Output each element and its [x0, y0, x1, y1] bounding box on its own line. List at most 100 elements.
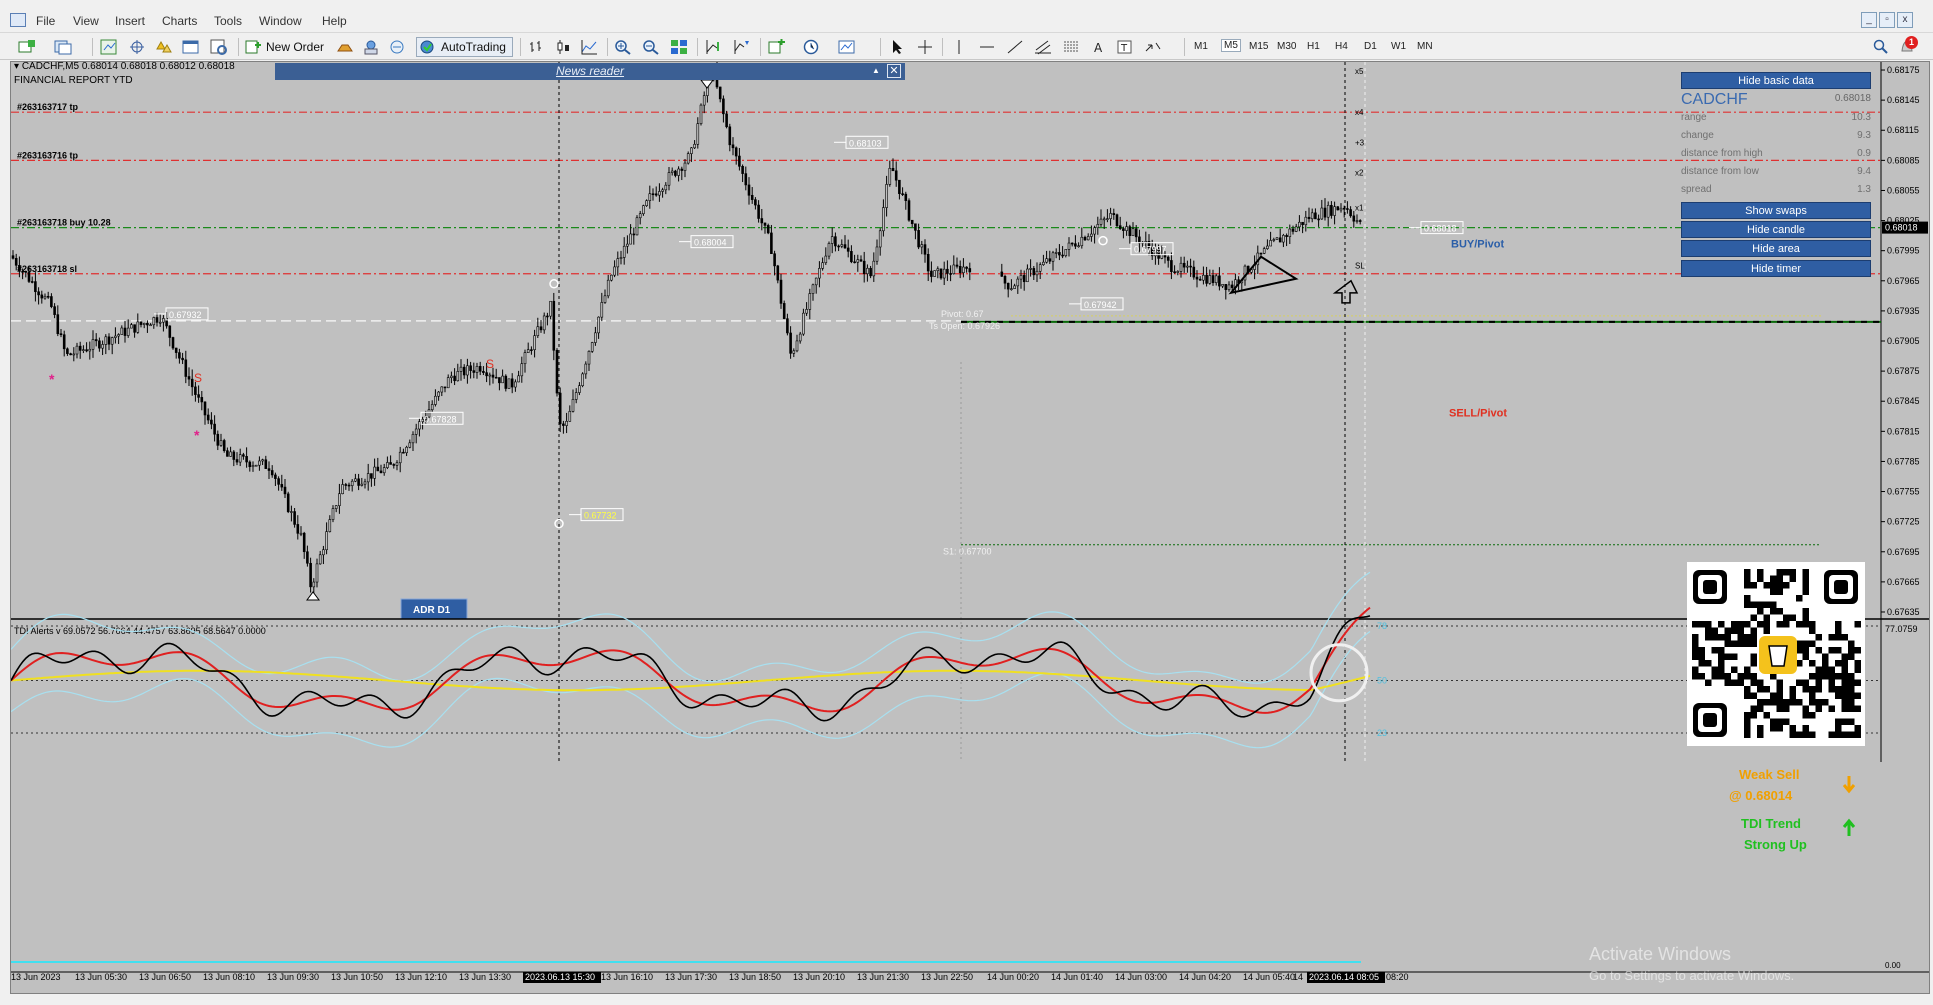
toolbar-separator — [238, 38, 239, 56]
candle-body — [66, 348, 69, 354]
price-chart[interactable]: 0.68175 0.68145 0.68115 0.68085 0.68055 0.680… — [11, 62, 1929, 762]
qr-module — [1802, 608, 1809, 615]
arrows-icon[interactable] — [1144, 39, 1162, 55]
candle-body — [418, 421, 421, 430]
market-watch-icon[interactable] — [100, 39, 118, 55]
qr-module — [1776, 705, 1783, 712]
candle-body — [674, 170, 677, 176]
candle-body — [98, 340, 101, 349]
low-marker — [306, 591, 320, 601]
qr-module — [1724, 653, 1731, 660]
profiles-icon[interactable] — [54, 39, 72, 55]
candle-body — [434, 395, 437, 405]
candle-body — [1358, 220, 1362, 222]
text-label-icon[interactable]: T — [1116, 39, 1134, 55]
timeframe-w1[interactable]: W1 — [1391, 41, 1406, 52]
timeframe-m30[interactable]: M30 — [1277, 41, 1296, 52]
hide-timer-button[interactable]: Hide timer — [1681, 260, 1871, 277]
candle-body — [1122, 228, 1125, 231]
bar-chart-icon[interactable] — [528, 39, 546, 55]
menu-view[interactable]: View — [73, 14, 99, 28]
news-collapse-button[interactable]: ▲ — [869, 64, 883, 78]
chart-shift-icon[interactable] — [704, 39, 722, 55]
navigator-icon[interactable] — [155, 39, 173, 55]
triangle-pattern — [1228, 255, 1299, 295]
menu-window[interactable]: Window — [259, 14, 302, 28]
candle-body — [514, 381, 517, 388]
menu-insert[interactable]: Insert — [115, 14, 145, 28]
close-button[interactable]: x — [1897, 12, 1913, 28]
qr-module — [1750, 627, 1757, 634]
candle-body — [235, 459, 239, 463]
autotrading-button[interactable]: AutoTrading — [416, 37, 513, 57]
candle-body — [46, 295, 50, 298]
crosshair-tool-icon[interactable] — [916, 39, 934, 55]
timeframe-h1[interactable]: H1 — [1307, 41, 1320, 52]
candle-body — [536, 326, 540, 336]
terminal-icon[interactable] — [182, 39, 200, 55]
qr-module — [1783, 699, 1790, 706]
search-icon[interactable] — [1872, 39, 1890, 55]
new-chart-icon[interactable] — [18, 39, 36, 55]
line-chart-icon[interactable] — [580, 39, 598, 55]
menu-charts[interactable]: Charts — [162, 14, 197, 28]
hide-candle-button[interactable]: Hide candle — [1681, 221, 1871, 238]
restore-button[interactable]: ▫ — [1879, 12, 1895, 28]
candle-body — [766, 225, 770, 234]
chart-window[interactable]: 0.68175 0.68145 0.68115 0.68085 0.68055 0.680… — [10, 61, 1930, 994]
candle-body — [1061, 254, 1064, 257]
candle-body — [206, 414, 210, 421]
timeframe-m15[interactable]: M15 — [1249, 41, 1268, 52]
hide-area-button[interactable]: Hide area — [1681, 240, 1871, 257]
templates-icon[interactable] — [838, 39, 856, 55]
candlesticks-icon[interactable] — [554, 39, 572, 55]
candle-body — [370, 473, 373, 479]
auto-scroll-icon[interactable] — [732, 39, 750, 55]
candle-body — [549, 300, 552, 317]
hide-basic-data-button[interactable]: Hide basic data — [1681, 72, 1871, 89]
timeframe-h4[interactable]: H4 — [1335, 41, 1348, 52]
menu-help[interactable]: Help — [322, 14, 347, 28]
news-close-button[interactable]: ✕ — [887, 64, 901, 78]
chart-menu-arrow-icon[interactable]: ▾ — [14, 61, 22, 72]
alerts-bell-icon[interactable]: 1 — [1898, 36, 1918, 56]
qr-module — [1744, 731, 1751, 738]
news-reader-title[interactable]: News reader — [556, 64, 624, 78]
candle-body — [59, 333, 63, 336]
candle-body — [117, 334, 120, 337]
menu-file[interactable]: File — [36, 14, 55, 28]
show-swaps-button[interactable]: Show swaps — [1681, 202, 1871, 219]
timeframe-m1[interactable]: M1 — [1194, 41, 1208, 52]
channel-icon[interactable] — [1034, 39, 1052, 55]
fibonacci-icon[interactable] — [1062, 39, 1080, 55]
timeframe-d1[interactable]: D1 — [1364, 41, 1377, 52]
news-reader-bar[interactable]: News reader ▲ ✕ — [275, 63, 905, 80]
zoom-out-icon[interactable] — [642, 39, 660, 55]
minimize-button[interactable]: _ — [1861, 12, 1877, 28]
horizontal-line-icon[interactable] — [978, 39, 996, 55]
indicators-icon[interactable] — [768, 39, 786, 55]
signals-icon[interactable] — [362, 39, 380, 55]
vertical-line-icon[interactable] — [950, 39, 968, 55]
crosshair-icon[interactable] — [128, 39, 146, 55]
new-order-button[interactable]: New Order — [244, 37, 324, 57]
candle-body — [638, 213, 642, 219]
timeframe-mn[interactable]: MN — [1417, 41, 1433, 52]
market-icon[interactable] — [388, 39, 406, 55]
strategy-tester-icon[interactable] — [210, 39, 228, 55]
tile-windows-icon[interactable] — [670, 39, 688, 55]
cursor-icon[interactable] — [888, 39, 906, 55]
zoom-in-icon[interactable] — [614, 39, 632, 55]
gold-bars-icon[interactable] — [336, 39, 354, 55]
text-icon[interactable]: A — [1090, 39, 1108, 55]
panel-symbol: CADCHF — [1681, 91, 1748, 108]
candle-body — [469, 365, 472, 371]
menu-tools[interactable]: Tools — [214, 14, 242, 28]
periods-icon[interactable] — [802, 39, 820, 55]
qr-module — [1737, 627, 1744, 634]
timeframe-m5[interactable]: M5 — [1221, 39, 1241, 52]
coffee-cup-icon — [1768, 645, 1788, 667]
trendline-icon[interactable] — [1006, 39, 1024, 55]
candle-body — [907, 200, 911, 221]
info-label: spread — [1681, 184, 1712, 195]
